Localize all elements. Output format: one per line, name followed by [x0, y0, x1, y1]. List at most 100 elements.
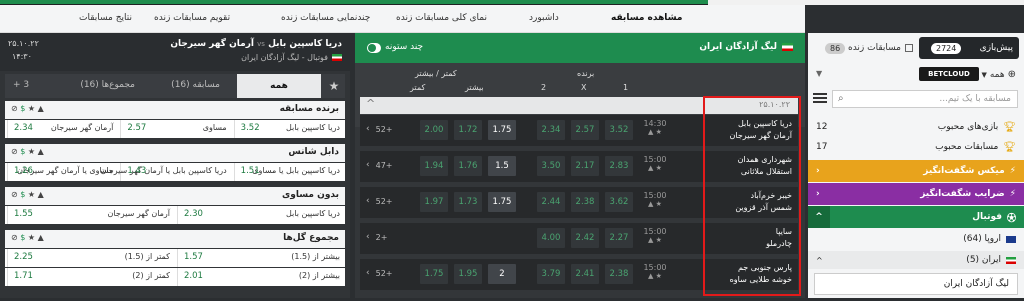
market-header[interactable]: مجموع گل‌ها ▲ ★ $ ⊘ [5, 230, 345, 248]
tab-all[interactable]: همه [237, 74, 321, 98]
football-row[interactable]: ⚽︎ فوتبال ^ [808, 206, 1024, 228]
odd-2[interactable]: 3.79 [537, 264, 565, 284]
more-markets[interactable]: ‹ 2+ [366, 232, 387, 242]
stats-icon[interactable]: ▲ ★ [640, 272, 670, 280]
odd-1[interactable]: 3.62 [605, 192, 633, 212]
odd-over[interactable]: 1.76 [454, 156, 482, 176]
trophy-icon: 🏆︎ [1003, 141, 1016, 153]
search-box[interactable]: ⌕ مسابقه با یک تیم... [832, 90, 1018, 108]
col-1: 1 [623, 83, 629, 92]
market-outcome[interactable]: مساوی 2.57 [120, 120, 231, 138]
stats-icon[interactable]: ▲ ★ [640, 164, 670, 172]
odd-under[interactable]: 1.75 [420, 264, 448, 284]
market-outcome[interactable]: بیشتر از (2) 2.01 [177, 268, 345, 286]
market-outcome[interactable]: کمتر از (1.5) 2.25 [7, 249, 175, 267]
more-markets[interactable]: ‹ 52+ [366, 268, 393, 278]
odd-x[interactable]: 2.41 [571, 264, 599, 284]
more-markets[interactable]: ‹ 47+ [366, 160, 393, 170]
market-outcome[interactable]: دریا کاسپین بابل یا مساوی 1.51 [233, 163, 345, 181]
multi-column-toggle[interactable] [367, 43, 381, 53]
outcome-odd: 2.30 [184, 209, 203, 219]
market-tools[interactable]: ▲ ★ $ ⊘ [11, 104, 44, 113]
menu-icon[interactable] [813, 91, 827, 105]
multi-row[interactable]: ⚡︎ ضرایب شگفت‌انگیز ‹ [808, 183, 1024, 205]
stats-icon[interactable]: ▲ ★ [640, 236, 670, 244]
stats-icon[interactable]: ▲ ★ [640, 128, 670, 136]
outcome-label: دریا کاسپین بابل [286, 209, 340, 218]
nav-tab-results[interactable]: نتایج مسابقات [79, 13, 132, 23]
match-detail-panel: دریا کاسپین بابل vs آرمان گهر سیرجان فوت… [0, 33, 350, 298]
search-input[interactable]: مسابقه با یک تیم... [939, 94, 1011, 104]
market-outcome[interactable]: دریا کاسپین بابل 3.52 [233, 120, 345, 138]
tab-live[interactable]: مسابقات زنده 86 [813, 37, 919, 59]
tab-match[interactable]: مسابقه (16) [171, 80, 220, 90]
nav-tab-dashboard[interactable]: داشبورد [529, 13, 559, 23]
odd-x[interactable]: 2.17 [571, 156, 599, 176]
chevron-down-icon[interactable]: ▼ [816, 69, 822, 78]
market-header[interactable]: بدون مساوی ▲ ★ $ ⊘ [5, 187, 345, 205]
filter-all-dropdown[interactable]: ⊕ همه ▼ [981, 69, 1016, 80]
market-outcome[interactable]: دریا کاسپین بابل یا آرمان گهر سیرجان 1.43 [100, 163, 231, 181]
market-outcome[interactable]: بیشتر از (1.5) 1.57 [177, 249, 345, 267]
odd-1[interactable]: 2.83 [605, 156, 633, 176]
favorite-matches-row[interactable]: 🏆︎ مسابقات محبوب 17 [808, 138, 1024, 156]
market-row: بیشتر از (1.5) 1.57 کمتر از (1.5) 2.25 [5, 249, 345, 267]
odd-over[interactable]: 1.73 [454, 192, 482, 212]
favorite-games-row[interactable]: 🏆︎ بازی‌های محبوب 12 [808, 118, 1024, 136]
tab-prematch[interactable]: پیش‌بازی 2724 [919, 37, 1019, 59]
more-markets[interactable]: ‹ 52+ [366, 124, 393, 134]
market-tools[interactable]: ▲ ★ $ ⊘ [11, 147, 44, 156]
odd-x[interactable]: 2.38 [571, 192, 599, 212]
odd-2[interactable]: 4.00 [537, 228, 565, 248]
ou-line: 2 [488, 264, 516, 284]
europe-row[interactable]: اروپا (64) [808, 230, 1024, 248]
market-header[interactable]: دابل شانس ▲ ★ $ ⊘ [5, 144, 345, 162]
favorite-star-icon[interactable]: ★ [323, 74, 345, 98]
outcome-odd: 2.34 [14, 123, 33, 133]
cashout-icon: $ [20, 104, 26, 113]
odd-over[interactable]: 1.95 [454, 264, 482, 284]
provider-logo[interactable]: BETCLOUD [919, 67, 979, 81]
nav-tab-live-overview[interactable]: نمای کلی مسابقات زنده [396, 13, 487, 23]
nav-tab-live-multiview[interactable]: چندنمایی مسابقات زنده [281, 13, 370, 23]
more-markets[interactable]: ‹ 52+ [366, 196, 393, 206]
market-outcome[interactable]: دریا کاسپین بابل 2.30 [177, 206, 345, 224]
market-tools[interactable]: ▲ ★ $ ⊘ [11, 233, 44, 242]
odd-x[interactable]: 2.42 [571, 228, 599, 248]
market-outcome[interactable]: آرمان گهر سیرجان 2.34 [7, 120, 118, 138]
nav-tab-live-calendar[interactable]: تقویم مسابقات زنده [154, 13, 230, 23]
market-outcome[interactable]: مساوی یا آرمان گهر سیرجان 1.26 [7, 163, 118, 181]
tab-more[interactable]: + 3 [13, 80, 29, 90]
stats-icon[interactable]: ▲ ★ [640, 200, 670, 208]
tab-totals[interactable]: مجموع‌ها (16) [80, 80, 135, 90]
chevron-left-icon: ‹ [366, 124, 370, 134]
market-tools[interactable]: ▲ ★ $ ⊘ [11, 190, 44, 199]
col-x: X [581, 83, 587, 92]
nav-tab-match-view[interactable]: مشاهده مسابقه [611, 13, 682, 23]
outcome-odd: 1.57 [184, 252, 203, 262]
match-time: ۱۴:۳۰ [12, 52, 32, 61]
chevron-up-icon[interactable]: ^ [366, 97, 375, 110]
odd-2[interactable]: 3.50 [537, 156, 565, 176]
market-outcome[interactable]: آرمان گهر سیرجان 1.55 [7, 206, 175, 224]
odd-under[interactable]: 2.00 [420, 120, 448, 140]
col-2: 2 [541, 83, 547, 92]
odd-under[interactable]: 1.97 [420, 192, 448, 212]
odd-2[interactable]: 2.34 [537, 120, 565, 140]
odd-1[interactable]: 2.27 [605, 228, 633, 248]
league-item[interactable]: لیگ آزادگان ایران [814, 273, 1018, 295]
market-outcome[interactable]: کمتر از (2) 1.71 [7, 268, 175, 286]
odd-over[interactable]: 1.72 [454, 120, 482, 140]
iran-row[interactable]: ایران (5) ^ [808, 251, 1024, 269]
vs-label: vs [257, 40, 265, 48]
odd-1[interactable]: 2.38 [605, 264, 633, 284]
odd-under[interactable]: 1.94 [420, 156, 448, 176]
match-league: فوتبال - لیگ آزادگان ایران [241, 53, 342, 62]
odd-1[interactable]: 3.52 [605, 120, 633, 140]
mix-row[interactable]: ⚡︎ میکس شگفت‌انگیز ‹ [808, 160, 1024, 182]
odd-x[interactable]: 2.57 [571, 120, 599, 140]
odd-2[interactable]: 2.44 [537, 192, 565, 212]
outcome-label: دریا کاسپین بابل [286, 123, 340, 132]
market-header[interactable]: برنده مسابقه ▲ ★ $ ⊘ [5, 101, 345, 119]
chevron-up-icon[interactable]: ^ [808, 206, 830, 228]
